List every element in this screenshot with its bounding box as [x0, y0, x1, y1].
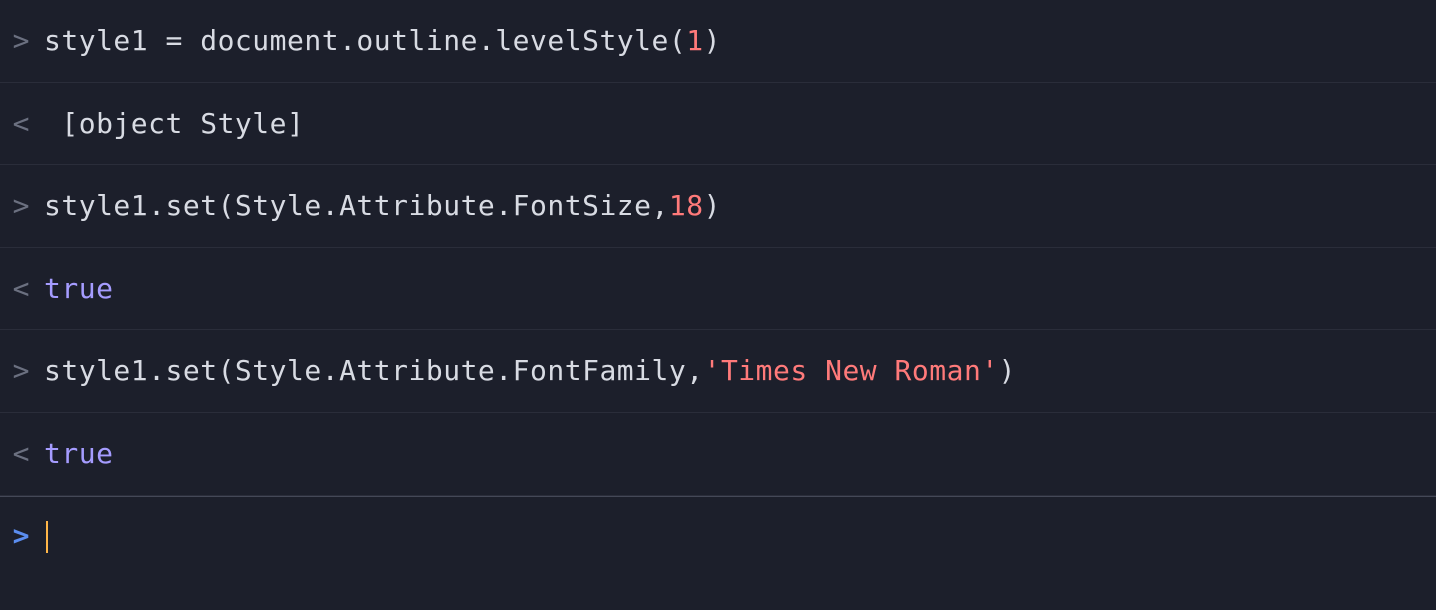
console-output-code: [object Style] [44, 107, 304, 141]
code-token: [object Style] [44, 107, 304, 140]
console-prompt-input[interactable] [44, 519, 48, 553]
code-token: 18 [669, 189, 704, 222]
input-marker-icon: > [12, 189, 30, 223]
prompt-marker-icon: > [12, 519, 30, 553]
console-output-code: true [44, 272, 113, 306]
console-prompt-row[interactable]: > [0, 496, 1436, 575]
console-input-row: > style1.set(Style.Attribute.FontFamily,… [0, 330, 1436, 413]
code-token: 'Times New Roman' [704, 354, 999, 387]
code-token: style1 = document.outline.levelStyle( [44, 24, 686, 57]
console-output-row: < true [0, 248, 1436, 331]
code-token: ) [704, 189, 721, 222]
input-marker-icon: > [12, 24, 30, 58]
console-output-row: < [object Style] [0, 83, 1436, 166]
output-marker-icon: < [12, 437, 30, 471]
output-marker-icon: < [12, 272, 30, 306]
console-input-code: style1.set(Style.Attribute.FontFamily,'T… [44, 354, 1016, 388]
console-input-row: > style1 = document.outline.levelStyle(1… [0, 0, 1436, 83]
console-input-code: style1.set(Style.Attribute.FontSize,18) [44, 189, 721, 223]
console-output-code: true [44, 437, 113, 471]
code-token: 1 [686, 24, 703, 57]
text-cursor-icon [46, 521, 48, 553]
console: > style1 = document.outline.levelStyle(1… [0, 0, 1436, 575]
code-token: style1.set(Style.Attribute.FontSize, [44, 189, 669, 222]
code-token: style1.set(Style.Attribute.FontFamily, [44, 354, 704, 387]
console-input-row: > style1.set(Style.Attribute.FontSize,18… [0, 165, 1436, 248]
code-token: true [44, 437, 113, 470]
input-marker-icon: > [12, 354, 30, 388]
output-marker-icon: < [12, 107, 30, 141]
code-token: ) [999, 354, 1016, 387]
code-token: ) [704, 24, 721, 57]
console-input-code: style1 = document.outline.levelStyle(1) [44, 24, 721, 58]
console-output-row: < true [0, 413, 1436, 496]
code-token: true [44, 272, 113, 305]
